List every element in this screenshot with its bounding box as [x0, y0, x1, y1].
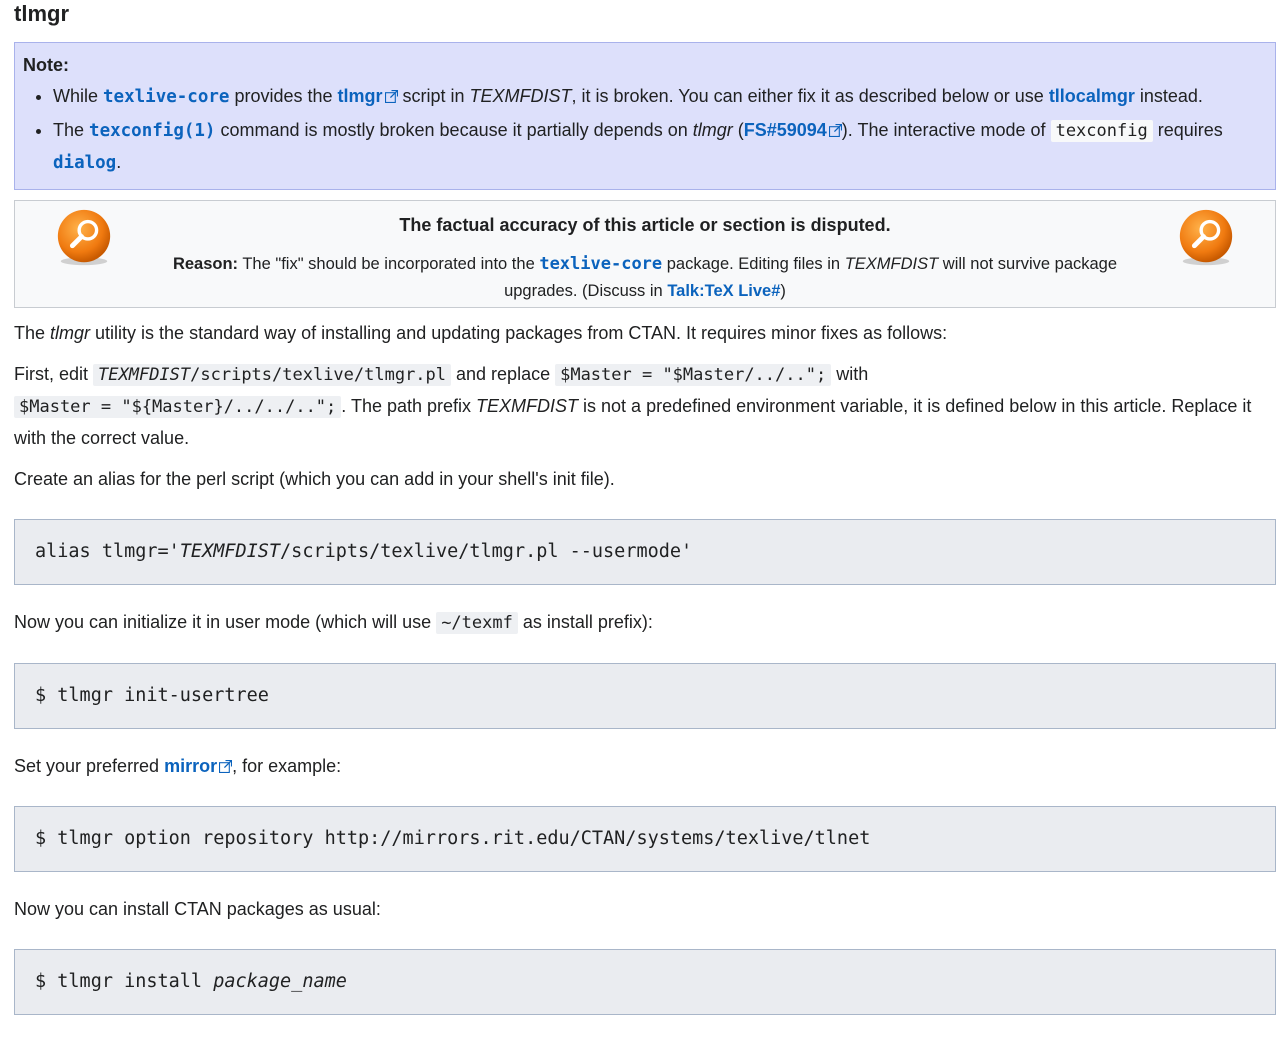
note-text: , it is broken. You can either fix it as…	[571, 86, 1049, 106]
paragraph-alias: Create an alias for the perl script (whi…	[14, 469, 615, 489]
em-package-name: package_name	[213, 971, 347, 992]
em-texmfdist: TEXMFDIST	[476, 396, 579, 416]
para-text: Now you can initialize it in user mode (…	[14, 612, 437, 632]
note-box: Note: While texlive-core provides the tl…	[14, 42, 1276, 190]
link-fs-label: FS#59094	[743, 120, 827, 140]
reason-text: package. Editing files in	[662, 255, 845, 273]
para-text: , for example:	[232, 756, 342, 776]
link-tllocalmgr[interactable]: tllocalmgr	[1049, 86, 1135, 106]
dispute-reason: Reason: The "fix" should be incorporated…	[145, 251, 1145, 305]
section-heading: tlmgr	[14, 1, 69, 26]
external-link-icon	[384, 90, 398, 103]
note-text: script in	[397, 86, 470, 106]
note-text: While	[53, 86, 104, 106]
note-item-2: The texconfig(1) command is mostly broke…	[53, 115, 1265, 179]
para-text: with	[831, 364, 869, 384]
reason-text: )	[780, 282, 786, 300]
para-text: as install prefix):	[517, 612, 653, 632]
em-tlmgr: tlmgr	[692, 120, 733, 140]
link-texlive-core[interactable]: texlive-core	[103, 87, 229, 107]
note-text: instead.	[1134, 86, 1203, 106]
note-text: (	[732, 120, 744, 140]
note-item-1: While texlive-core provides the tlmgr sc…	[53, 81, 1265, 113]
code-texconfig: texconfig	[1050, 120, 1153, 142]
code-text: /scripts/texlive/tlmgr.pl --usermode'	[280, 541, 693, 562]
link-tlmgr-label: tlmgr	[337, 86, 383, 106]
link-fs-59094[interactable]: FS#59094	[744, 120, 842, 140]
em-texmfdist: TEXMFDIST	[469, 86, 572, 106]
em-texmfdist: TEXMFDIST	[844, 255, 939, 273]
code-text: $ tlmgr install	[35, 971, 214, 992]
accuracy-dispute-box: The factual accuracy of this article or …	[14, 200, 1276, 308]
code-block-repository: $ tlmgr option repository http://mirrors…	[14, 806, 1276, 872]
para-text: . The path prefix	[341, 396, 477, 416]
em-texmfdist: TEXMFDIST	[98, 365, 191, 385]
paragraph-install: Now you can install CTAN packages as usu…	[14, 899, 381, 919]
link-dialog[interactable]: dialog	[53, 153, 116, 173]
code-block-alias: alias tlmgr='TEXMFDIST/scripts/texlive/t…	[14, 519, 1276, 585]
code-new-master: $Master = "${Master}/../../..";	[14, 396, 342, 418]
link-tlmgr[interactable]: tlmgr	[338, 86, 398, 106]
para-text: First, edit	[14, 364, 94, 384]
article-section: tlmgr Note: While texlive-core provides …	[0, 0, 1280, 1015]
code-texmf: ~/texmf	[436, 612, 518, 634]
para-text: and replace	[451, 364, 556, 384]
para-text: Set your preferred	[14, 756, 165, 776]
note-title: Note:	[23, 55, 69, 75]
link-texlive-core-2[interactable]: texlive-core	[539, 254, 662, 274]
note-text: requires	[1152, 120, 1223, 140]
link-talk-texlive[interactable]: Talk:TeX Live#	[667, 282, 780, 300]
para-text: utility is the standard way of installin…	[90, 323, 948, 343]
link-texconfig[interactable]: texconfig(1)	[89, 121, 215, 141]
em-tlmgr: tlmgr	[50, 323, 91, 343]
link-mirror[interactable]: mirror	[164, 756, 233, 776]
code-block-init: $ tlmgr init-usertree	[14, 663, 1276, 729]
reason-text: The "fix" should be incorporated into th…	[238, 255, 540, 273]
external-link-icon	[219, 760, 233, 773]
paragraph-intro: The tlmgr utility is the standard way of…	[14, 318, 1275, 349]
paragraph-init: Now you can initialize it in user mode (…	[14, 607, 1275, 639]
external-link-icon	[828, 124, 842, 137]
code-text: alias tlmgr='	[35, 541, 180, 562]
code-old-master: $Master = "$Master/../..";	[555, 364, 832, 386]
note-text: command is mostly broken because it part…	[215, 120, 693, 140]
link-mirror-label: mirror	[164, 756, 218, 776]
code-block-install: $ tlmgr install package_name	[14, 949, 1276, 1015]
note-text: ). The interactive mode of	[841, 120, 1051, 140]
reason-label: Reason:	[172, 255, 239, 273]
code-tlmgr-path: TEXMFDIST/scripts/texlive/tlmgr.pl	[93, 364, 452, 386]
note-text: The	[53, 120, 90, 140]
em-texmfdist: TEXMFDIST	[179, 541, 281, 562]
note-text: .	[116, 152, 122, 172]
magnifier-icon	[1179, 209, 1233, 266]
dispute-title: The factual accuracy of this article or …	[399, 215, 891, 235]
paragraph-mirror: Set your preferred mirror , for example:	[14, 751, 1275, 782]
note-list: While texlive-core provides the tlmgr sc…	[23, 81, 1265, 179]
para-text: The	[14, 323, 51, 343]
note-text: provides the	[229, 86, 338, 106]
code-path-text: /scripts/texlive/tlmgr.pl	[190, 365, 447, 385]
paragraph-fix: First, edit TEXMFDIST/scripts/texlive/tl…	[14, 359, 1275, 454]
